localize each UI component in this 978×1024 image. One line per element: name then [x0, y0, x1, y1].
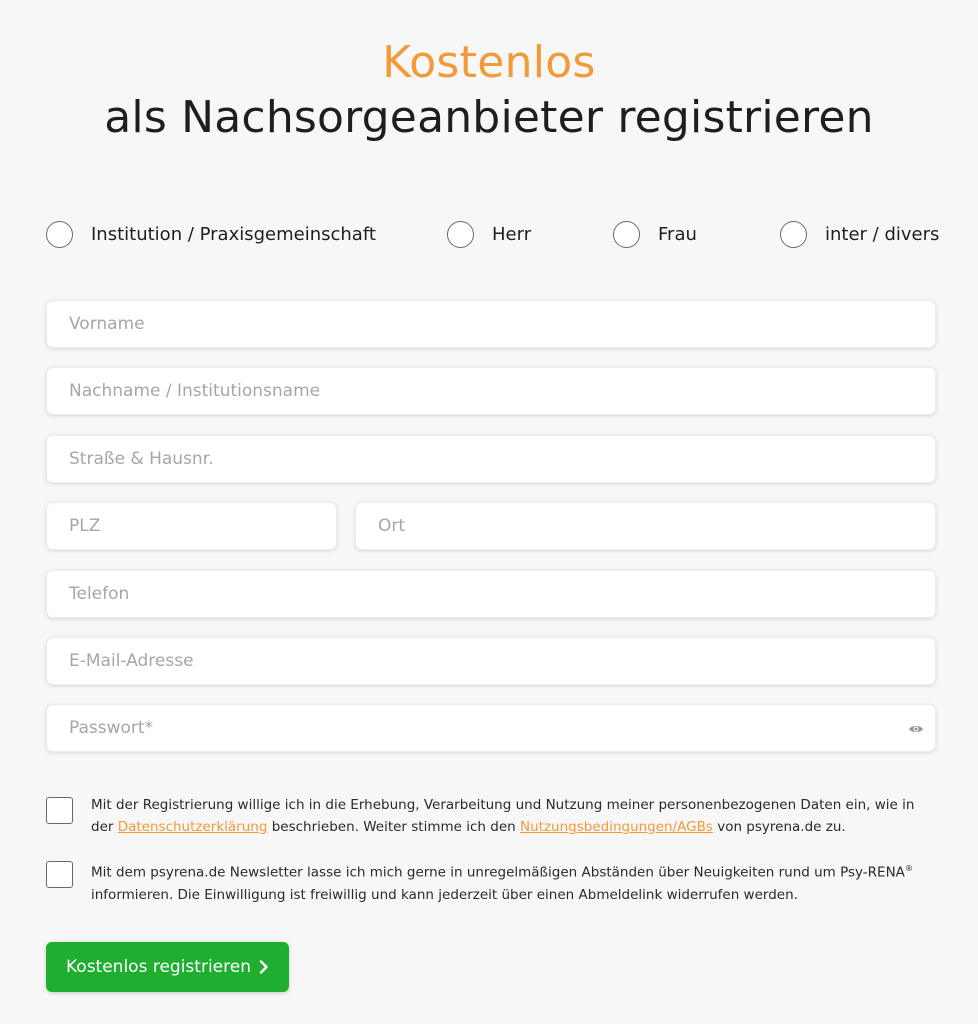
street-input[interactable] [47, 436, 935, 482]
consent-text: beschrieben. Weiter stimme ich den [267, 819, 520, 835]
password-input[interactable] [47, 705, 935, 751]
firstname-input[interactable] [47, 301, 935, 347]
consent-text: von psyrena.de zu. [712, 819, 846, 835]
city-input[interactable] [356, 503, 935, 549]
register-button-label: Kostenlos registrieren [66, 957, 251, 977]
eye-icon[interactable] [908, 722, 924, 736]
chevron-right-icon [259, 960, 268, 974]
radio-button[interactable] [46, 220, 73, 248]
newsletter-checkbox[interactable] [46, 861, 73, 888]
privacy-policy-link[interactable]: Datenschutzerklärung [118, 819, 268, 835]
radio-label: inter / divers [825, 223, 940, 245]
consent-text: informieren. Die Einwilligung ist freiwi… [91, 886, 798, 903]
radio-label: Herr [492, 223, 532, 245]
radio-button[interactable] [780, 220, 807, 248]
firstname-field [46, 300, 936, 348]
newsletter-consent-text: Mit dem psyrena.de Newsletter lasse ich … [91, 858, 936, 906]
register-button[interactable]: Kostenlos registrieren [46, 942, 289, 992]
radio-button[interactable] [447, 220, 474, 248]
salutation-radio-group: Institution / Praxisgemeinschaft Herr Fr… [0, 219, 978, 249]
zip-field [46, 502, 337, 550]
consent-text: Mit dem psyrena.de Newsletter lasse ich … [91, 864, 905, 881]
privacy-consent: Mit der Registrierung willige ich in die… [46, 797, 936, 845]
privacy-checkbox[interactable] [46, 797, 73, 824]
zip-input[interactable] [47, 503, 336, 549]
password-field [46, 704, 936, 752]
page-title: als Nachsorgeanbieter registrieren [104, 92, 874, 143]
email-field [46, 637, 936, 685]
lastname-input[interactable] [47, 368, 935, 414]
lastname-field [46, 367, 936, 415]
radio-divers[interactable]: inter / divers [780, 219, 939, 249]
privacy-consent-text: Mit der Registrierung willige ich in die… [91, 794, 936, 838]
registered-mark: ® [904, 864, 913, 873]
phone-field [46, 570, 936, 618]
radio-institution[interactable]: Institution / Praxisgemeinschaft [46, 219, 376, 249]
radio-herr[interactable]: Herr [447, 219, 531, 249]
radio-button[interactable] [613, 220, 640, 248]
radio-frau[interactable]: Frau [613, 219, 697, 249]
radio-label: Frau [658, 223, 697, 245]
street-field [46, 435, 936, 483]
phone-input[interactable] [47, 571, 935, 617]
registration-page: Kostenlos als Nachsorgeanbieter registri… [0, 0, 978, 1024]
newsletter-consent: Mit dem psyrena.de Newsletter lasse ich … [46, 861, 936, 909]
radio-label: Institution / Praxisgemeinschaft [91, 223, 376, 245]
email-input[interactable] [47, 638, 935, 684]
terms-link[interactable]: Nutzungsbedingungen/AGBs [520, 819, 713, 835]
city-field [355, 502, 936, 550]
heading-highlight: Kostenlos [382, 37, 596, 88]
